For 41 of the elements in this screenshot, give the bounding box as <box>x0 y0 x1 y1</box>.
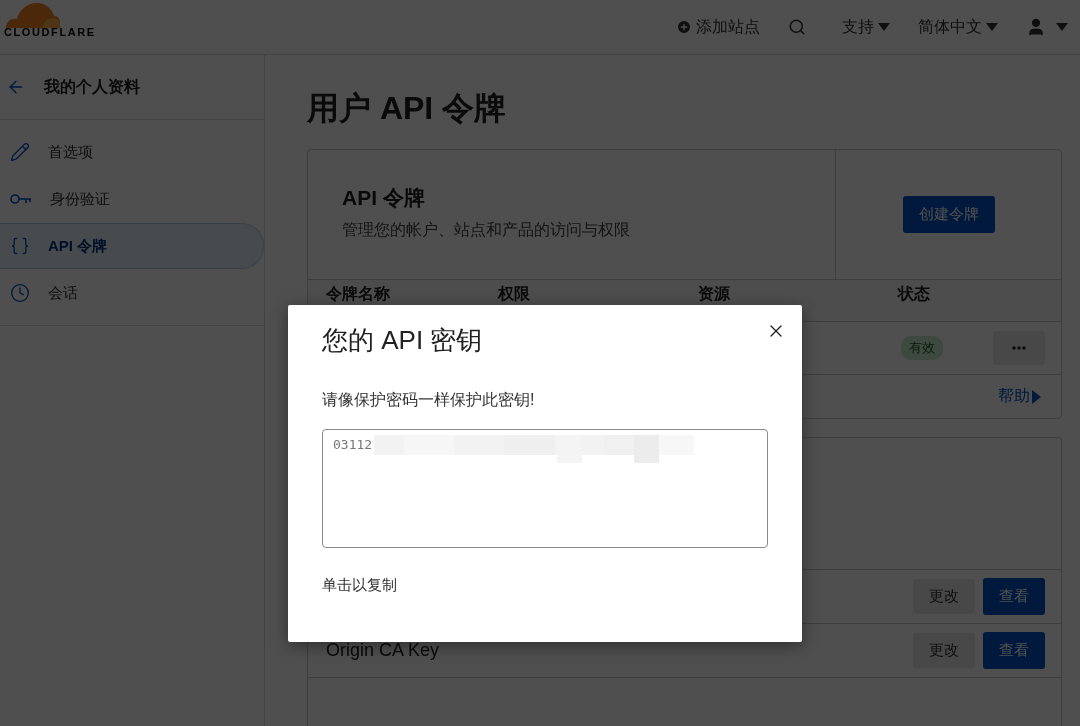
create-token-button[interactable]: 创建令牌 <box>902 196 995 233</box>
column-header: 令牌名称 <box>326 284 391 304</box>
caret-icon <box>986 23 998 31</box>
key-name: Origin CA Key <box>326 640 440 660</box>
column-header: 状态 <box>898 284 931 304</box>
search-icon[interactable] <box>788 18 806 36</box>
copy-hint[interactable]: 单击以复制 <box>322 576 768 595</box>
edit-button[interactable]: 更改 <box>913 633 975 668</box>
profile-title: 我的个人资料 <box>44 76 140 97</box>
sidebar-item[interactable]: 首选项 <box>0 129 264 175</box>
card-description: 管理您的帐户、站点和产品的访问与权限 <box>342 220 631 240</box>
caret-icon <box>1056 23 1068 31</box>
play-caret-icon <box>1032 389 1041 404</box>
card-title: API 令牌 <box>342 185 426 211</box>
ellipsis-icon <box>1012 346 1026 350</box>
braces-icon <box>10 236 30 256</box>
key-icon <box>10 193 32 205</box>
help-link[interactable]: 帮助 <box>998 386 1041 407</box>
view-button[interactable]: 查看 <box>983 632 1045 669</box>
logo-text: CLOUDFLARE <box>4 26 96 38</box>
support-menu[interactable]: 支持 <box>842 16 890 38</box>
pencil-icon <box>10 142 30 162</box>
account-menu[interactable] <box>1026 17 1068 37</box>
sidebar-item[interactable]: API 令牌 <box>0 223 264 269</box>
caret-icon <box>878 23 890 31</box>
column-header: 资源 <box>698 284 731 304</box>
clock-icon <box>10 283 30 303</box>
cloud-logo-icon <box>4 2 60 28</box>
language-menu[interactable]: 简体中文 <box>918 16 998 38</box>
warning-text: 请像保护密码一样保护此密钥! <box>322 390 536 410</box>
more-button[interactable] <box>993 331 1045 365</box>
sidebar-item[interactable]: 身份验证 <box>0 176 264 222</box>
user-icon <box>1026 17 1046 37</box>
dialog-title: 您的 API 密钥 <box>322 324 484 357</box>
sidebar-item[interactable]: 会话 <box>0 270 264 316</box>
edit-button[interactable]: 更改 <box>913 579 975 614</box>
plus-icon <box>676 19 692 35</box>
add-site-button[interactable]: 添加站点 <box>676 16 760 38</box>
view-button[interactable]: 查看 <box>983 578 1045 615</box>
column-header: 权限 <box>498 284 531 304</box>
page-title: 用户 API 令牌 <box>307 89 508 128</box>
